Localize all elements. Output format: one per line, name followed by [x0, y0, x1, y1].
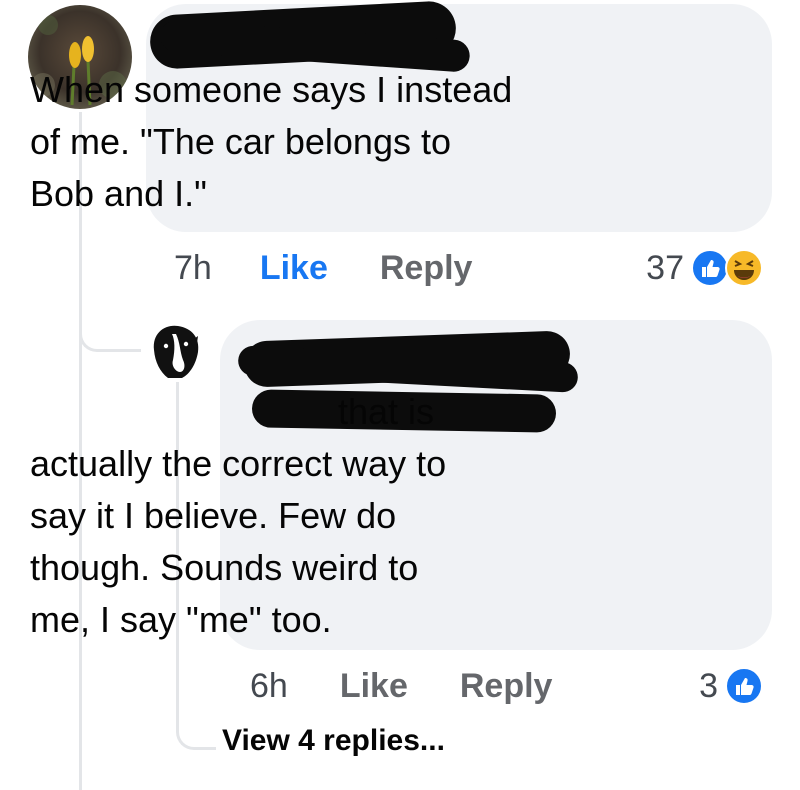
- reaction-summary[interactable]: 37: [646, 246, 764, 290]
- avatar-dog-image: [146, 320, 206, 380]
- comment-line: say it I believe. Few do: [30, 495, 397, 536]
- comment-line: though. Sounds weird to: [30, 547, 419, 588]
- comment-line: that is: [338, 391, 435, 432]
- reply-button[interactable]: Reply: [380, 249, 473, 288]
- avatar[interactable]: [146, 320, 206, 380]
- comment-line: me, I say "me" too.: [30, 599, 332, 640]
- comment-timestamp[interactable]: 7h: [174, 249, 212, 288]
- comment-text: When someone says I instead of me. "The …: [30, 64, 600, 220]
- like-icon: [725, 667, 763, 705]
- comment-line: actually the correct way to: [30, 443, 447, 484]
- haha-icon: [725, 249, 763, 287]
- comment-line: Bob and I.": [30, 173, 207, 214]
- like-button[interactable]: Like: [260, 249, 328, 288]
- reply-button[interactable]: Reply: [460, 667, 553, 706]
- comment-line: When someone says I instead: [30, 69, 513, 110]
- like-button[interactable]: Like: [340, 667, 408, 706]
- reply-actions: 6h Like Reply: [250, 664, 552, 708]
- reaction-count: 37: [646, 248, 684, 287]
- view-replies-link[interactable]: View 4 replies...: [222, 724, 445, 758]
- comment-line: of me. "The car belongs to: [30, 121, 451, 162]
- reply-text: that is actually the correct way to say …: [30, 386, 530, 646]
- thread-branch-line: [79, 262, 141, 352]
- reaction-summary[interactable]: 3: [699, 664, 764, 708]
- reply-timestamp[interactable]: 6h: [250, 667, 288, 706]
- reaction-count: 3: [699, 666, 718, 705]
- comment-actions: 7h Like Reply: [174, 246, 472, 290]
